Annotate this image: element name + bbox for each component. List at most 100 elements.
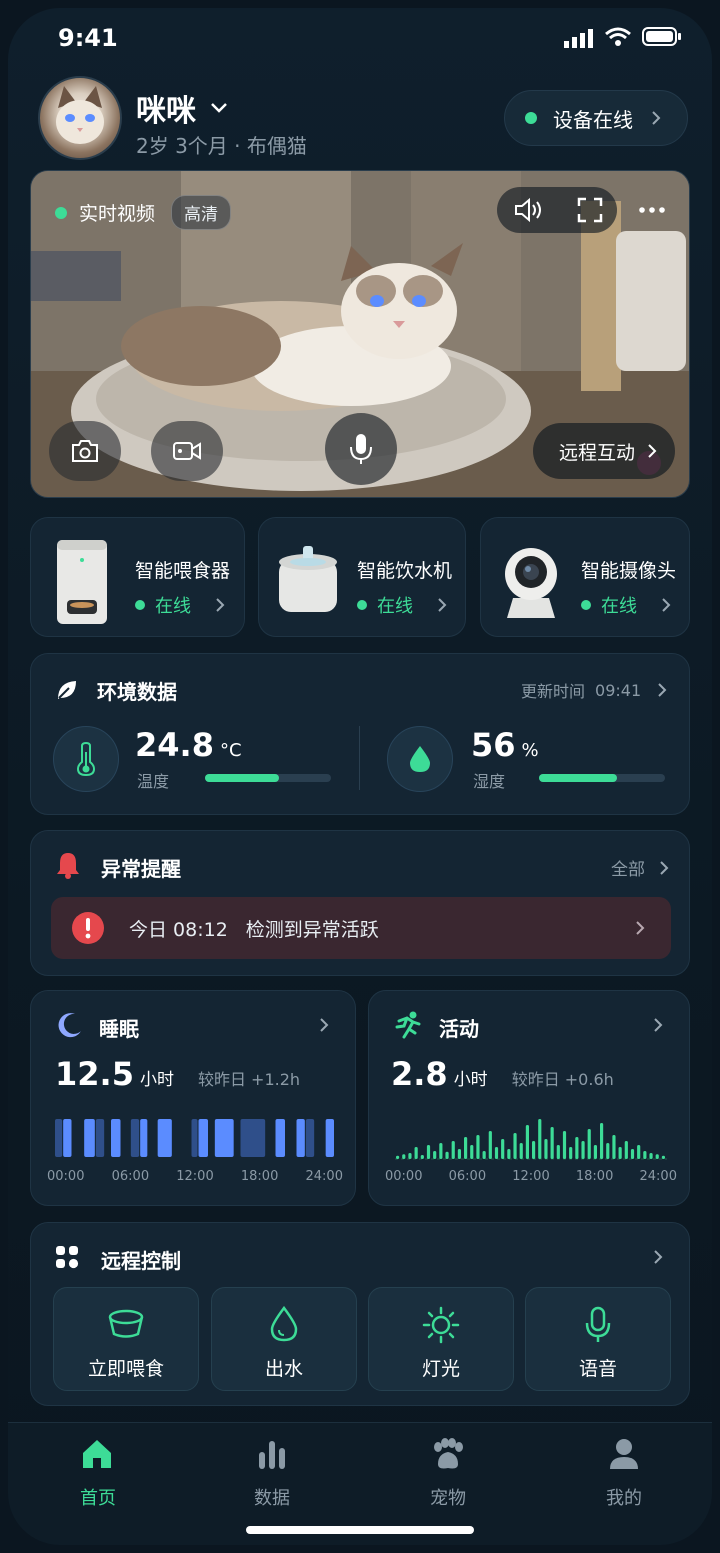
- sleep-compare: 较昨日 +1.2h: [197, 1070, 301, 1089]
- chevron-right-icon: [647, 443, 657, 459]
- activity-tick: 18:00: [575, 1169, 614, 1184]
- environment-title: 环境数据: [97, 680, 177, 704]
- activity-bar: [575, 1137, 579, 1159]
- video-record-icon: [172, 440, 202, 462]
- more-icon[interactable]: [639, 207, 665, 213]
- activity-bar: [464, 1137, 468, 1159]
- remote-control-card: 远程控制 立即喂食 出水 灯光 语音: [30, 1222, 690, 1406]
- sleep-segment: [275, 1119, 285, 1157]
- voice-button[interactable]: 语音: [525, 1287, 671, 1391]
- chart-icon: [258, 1438, 286, 1470]
- sleep-segment: [191, 1119, 198, 1157]
- sleep-segment: [140, 1119, 148, 1157]
- sleep-segment: [55, 1119, 63, 1157]
- water-button[interactable]: 出水: [211, 1287, 357, 1391]
- microphone-icon: [584, 1306, 612, 1344]
- sleep-tick: 24:00: [305, 1169, 343, 1184]
- record-button[interactable]: [151, 421, 223, 481]
- tab-data[interactable]: 数据: [232, 1436, 312, 1516]
- activity-card[interactable]: 活动 2.8 小时 较昨日 +0.6h 00:00 06:00 12:00 18…: [368, 990, 690, 1206]
- activity-bar: [630, 1149, 635, 1159]
- profile-icon: [608, 1438, 640, 1470]
- device-status: 在线: [135, 592, 225, 618]
- activity-title: 活动: [439, 1017, 479, 1041]
- remote-interact-button[interactable]: 远程互动: [533, 423, 675, 479]
- food-bowl-icon: [106, 1308, 146, 1340]
- activity-bar: [457, 1149, 461, 1159]
- activity-tick: 06:00: [448, 1169, 487, 1184]
- sleep-segment: [296, 1119, 305, 1157]
- light-button[interactable]: 灯光: [368, 1287, 514, 1391]
- humidity-value: 56: [471, 726, 516, 764]
- activity-bar: [544, 1139, 548, 1159]
- chevron-down-icon[interactable]: [210, 102, 228, 114]
- activity-bar: [624, 1141, 628, 1159]
- device-status-text: 在线: [377, 596, 413, 617]
- warning-icon: [71, 911, 105, 945]
- signal-icon: [564, 28, 596, 48]
- device-status: 在线: [581, 592, 671, 618]
- activity-bar: [569, 1147, 573, 1159]
- update-time-row: 更新时间 09:41: [521, 678, 667, 702]
- tab-profile[interactable]: 我的: [584, 1436, 664, 1516]
- chevron-right-icon: [653, 1017, 663, 1033]
- camera-button[interactable]: [49, 421, 121, 481]
- activity-bar: [420, 1155, 424, 1159]
- activity-tick: 00:00: [385, 1169, 423, 1184]
- sleep-summary: 12.5 小时 较昨日 +1.2h: [55, 1055, 300, 1093]
- leaf-icon: [55, 678, 79, 702]
- quality-badge[interactable]: 高清: [171, 195, 232, 230]
- device-card-camera[interactable]: 智能摄像头 在线: [480, 517, 690, 637]
- update-label: 更新时间: [521, 682, 586, 701]
- alerts-all-link[interactable]: 全部: [611, 855, 669, 880]
- activity-bar: [655, 1154, 659, 1159]
- sleep-segment: [305, 1119, 315, 1157]
- chevron-right-icon[interactable]: [653, 1249, 663, 1265]
- device-name: 智能饮水机: [357, 560, 453, 582]
- humidity-label: 湿度: [473, 772, 506, 791]
- fullscreen-icon[interactable]: [577, 197, 603, 223]
- tab-label: 宠物: [430, 1488, 466, 1509]
- activity-tick: 24:00: [639, 1169, 677, 1184]
- live-video[interactable]: 实时视频 高清 远程互动: [30, 170, 690, 498]
- activity-axis: 00:00 06:00 12:00 18:00 24:00: [385, 1169, 677, 1184]
- device-card-feeder[interactable]: 智能喂食器 在线: [30, 517, 245, 637]
- activity-chart: [395, 1119, 667, 1160]
- sleep-segment: [240, 1119, 266, 1157]
- activity-bar: [562, 1131, 567, 1159]
- microphone-icon: [348, 432, 374, 466]
- activity-bar: [525, 1125, 529, 1159]
- activity-bar: [488, 1131, 492, 1159]
- speaker-icon[interactable]: [513, 197, 543, 223]
- temperature-label: 温度: [137, 772, 170, 791]
- sleep-segment: [157, 1119, 172, 1157]
- environment-card[interactable]: 环境数据 更新时间 09:41 24.8 °C 温度 56 % 湿度: [30, 653, 690, 815]
- alert-item[interactable]: 今日 08:12 检测到异常活跃: [51, 897, 671, 959]
- tab-pet[interactable]: 宠物: [408, 1436, 488, 1516]
- activity-bar: [519, 1143, 523, 1159]
- camera-icon: [70, 439, 100, 463]
- temperature-reading: 24.8 °C: [135, 726, 242, 764]
- device-status-button[interactable]: 设备在线: [504, 90, 688, 146]
- sleep-card[interactable]: 睡眠 12.5 小时 较昨日 +1.2h 00:00 06:00 12:00 1…: [30, 990, 356, 1206]
- bell-icon: [55, 851, 81, 879]
- sleep-segment: [63, 1119, 72, 1157]
- tab-home[interactable]: 首页: [58, 1436, 138, 1516]
- activity-bar: [581, 1141, 585, 1159]
- pet-avatar[interactable]: [38, 76, 122, 160]
- microphone-button[interactable]: [325, 413, 397, 485]
- sleep-segment: [214, 1119, 234, 1157]
- temperature-bar-fill: [205, 774, 280, 782]
- light-label: 灯光: [421, 1358, 460, 1380]
- remote-control-title: 远程控制: [101, 1249, 181, 1273]
- sleep-title: 睡眠: [99, 1017, 139, 1041]
- device-card-water[interactable]: 智能饮水机 在线: [258, 517, 466, 637]
- feed-now-button[interactable]: 立即喂食: [53, 1287, 199, 1391]
- thermometer-icon-badge: [53, 726, 119, 792]
- alert-text: 检测到异常活跃: [245, 918, 379, 941]
- light-icon: [421, 1306, 461, 1344]
- pet-name-row[interactable]: 咪咪: [136, 86, 228, 130]
- home-icon: [80, 1438, 114, 1470]
- humidity-bar: [539, 774, 665, 782]
- activity-bar: [550, 1127, 554, 1159]
